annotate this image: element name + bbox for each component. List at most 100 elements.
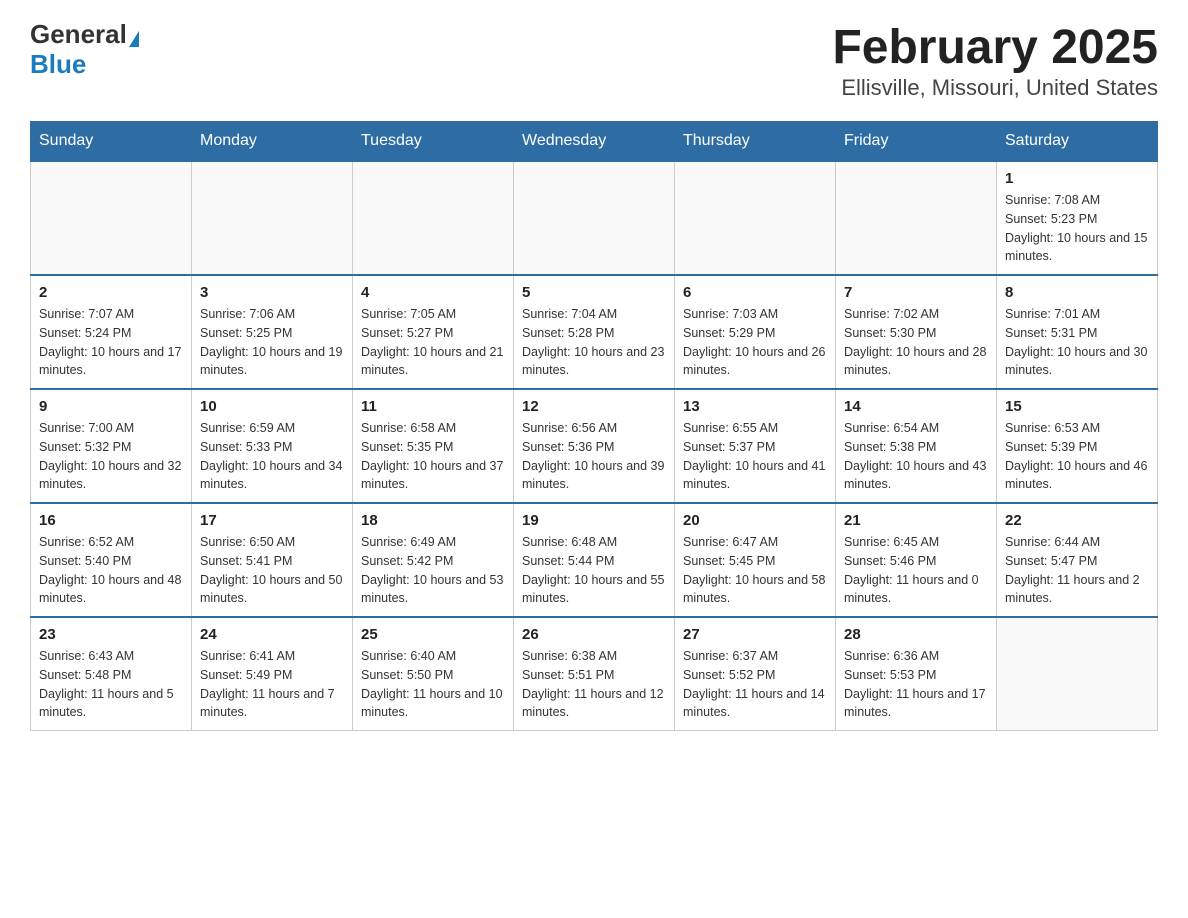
logo-triangle-icon [129, 31, 139, 47]
day-info: Sunrise: 7:06 AMSunset: 5:25 PMDaylight:… [200, 305, 344, 380]
day-info: Sunrise: 7:04 AMSunset: 5:28 PMDaylight:… [522, 305, 666, 380]
col-header-friday: Friday [836, 122, 997, 162]
day-number: 13 [683, 398, 827, 415]
day-info: Sunrise: 7:03 AMSunset: 5:29 PMDaylight:… [683, 305, 827, 380]
day-info: Sunrise: 6:50 AMSunset: 5:41 PMDaylight:… [200, 533, 344, 608]
calendar-title: February 2025 [832, 20, 1158, 75]
day-number: 9 [39, 398, 183, 415]
day-info: Sunrise: 6:37 AMSunset: 5:52 PMDaylight:… [683, 647, 827, 722]
day-info: Sunrise: 6:54 AMSunset: 5:38 PMDaylight:… [844, 419, 988, 494]
calendar-cell: 8 Sunrise: 7:01 AMSunset: 5:31 PMDaylight… [997, 275, 1158, 389]
day-info: Sunrise: 6:59 AMSunset: 5:33 PMDaylight:… [200, 419, 344, 494]
day-number: 22 [1005, 512, 1149, 529]
logo-general-text: General [30, 19, 127, 49]
calendar-cell: 16Sunrise: 6:52 AMSunset: 5:40 PMDayligh… [31, 503, 192, 617]
calendar-cell: 13 Sunrise: 6:55 AMSunset: 5:37 PMDayligh… [675, 389, 836, 503]
day-number: 4 [361, 284, 505, 301]
day-info: Sunrise: 7:07 AMSunset: 5:24 PMDaylight:… [39, 305, 183, 380]
calendar-cell: 27 Sunrise: 6:37 AMSunset: 5:52 PMDayligh… [675, 617, 836, 731]
calendar-cell [836, 161, 997, 275]
calendar-cell: 20 Sunrise: 6:47 AMSunset: 5:45 PMDayligh… [675, 503, 836, 617]
day-info: Sunrise: 7:02 AMSunset: 5:30 PMDaylight:… [844, 305, 988, 380]
calendar-cell: 12 Sunrise: 6:56 AMSunset: 5:36 PMDayligh… [514, 389, 675, 503]
col-header-wednesday: Wednesday [514, 122, 675, 162]
day-number: 11 [361, 398, 505, 415]
day-info: Sunrise: 6:43 AMSunset: 5:48 PMDaylight:… [39, 647, 183, 722]
day-info: Sunrise: 6:55 AMSunset: 5:37 PMDaylight:… [683, 419, 827, 494]
calendar-cell [514, 161, 675, 275]
day-info: Sunrise: 7:05 AMSunset: 5:27 PMDaylight:… [361, 305, 505, 380]
calendar-cell: 26 Sunrise: 6:38 AMSunset: 5:51 PMDayligh… [514, 617, 675, 731]
calendar-cell: 19 Sunrise: 6:48 AMSunset: 5:44 PMDayligh… [514, 503, 675, 617]
day-info: Sunrise: 6:52 AMSunset: 5:40 PMDaylight:… [39, 533, 183, 608]
day-number: 20 [683, 512, 827, 529]
calendar-cell: 28Sunrise: 6:36 AMSunset: 5:53 PMDayligh… [836, 617, 997, 731]
title-block: February 2025 Ellisville, Missouri, Unit… [832, 20, 1158, 101]
col-header-monday: Monday [192, 122, 353, 162]
day-info: Sunrise: 6:47 AMSunset: 5:45 PMDaylight:… [683, 533, 827, 608]
calendar-cell: 10 Sunrise: 6:59 AMSunset: 5:33 PMDayligh… [192, 389, 353, 503]
calendar-cell: 7 Sunrise: 7:02 AMSunset: 5:30 PMDaylight… [836, 275, 997, 389]
logo-blue-text: Blue [30, 49, 86, 79]
day-info: Sunrise: 6:44 AMSunset: 5:47 PMDaylight:… [1005, 533, 1149, 608]
col-header-tuesday: Tuesday [353, 122, 514, 162]
week-row-1: 1 Sunrise: 7:08 AMSunset: 5:23 PMDaylight… [31, 161, 1158, 275]
col-header-thursday: Thursday [675, 122, 836, 162]
day-number: 25 [361, 626, 505, 643]
calendar-cell: 2 Sunrise: 7:07 AMSunset: 5:24 PMDaylight… [31, 275, 192, 389]
day-number: 5 [522, 284, 666, 301]
day-info: Sunrise: 6:38 AMSunset: 5:51 PMDaylight:… [522, 647, 666, 722]
day-number: 18 [361, 512, 505, 529]
week-row-4: 16Sunrise: 6:52 AMSunset: 5:40 PMDayligh… [31, 503, 1158, 617]
day-number: 27 [683, 626, 827, 643]
day-number: 7 [844, 284, 988, 301]
day-number: 17 [200, 512, 344, 529]
calendar-cell: 17 Sunrise: 6:50 AMSunset: 5:41 PMDayligh… [192, 503, 353, 617]
calendar-cell: 11Sunrise: 6:58 AMSunset: 5:35 PMDayligh… [353, 389, 514, 503]
day-number: 1 [1005, 170, 1149, 187]
calendar-cell: 4 Sunrise: 7:05 AMSunset: 5:27 PMDaylight… [353, 275, 514, 389]
calendar-cell: 5 Sunrise: 7:04 AMSunset: 5:28 PMDaylight… [514, 275, 675, 389]
day-number: 23 [39, 626, 183, 643]
week-row-5: 23 Sunrise: 6:43 AMSunset: 5:48 PMDayligh… [31, 617, 1158, 731]
day-number: 15 [1005, 398, 1149, 415]
day-number: 14 [844, 398, 988, 415]
calendar-cell [997, 617, 1158, 731]
day-info: Sunrise: 6:41 AMSunset: 5:49 PMDaylight:… [200, 647, 344, 722]
calendar-cell: 6 Sunrise: 7:03 AMSunset: 5:29 PMDaylight… [675, 275, 836, 389]
day-number: 12 [522, 398, 666, 415]
calendar-cell: 9Sunrise: 7:00 AMSunset: 5:32 PMDaylight… [31, 389, 192, 503]
day-number: 26 [522, 626, 666, 643]
calendar-cell: 25 Sunrise: 6:40 AMSunset: 5:50 PMDayligh… [353, 617, 514, 731]
day-number: 10 [200, 398, 344, 415]
day-info: Sunrise: 6:48 AMSunset: 5:44 PMDaylight:… [522, 533, 666, 608]
day-number: 6 [683, 284, 827, 301]
page-header: General Blue February 2025 Ellisville, M… [30, 20, 1158, 101]
day-number: 3 [200, 284, 344, 301]
calendar-cell [31, 161, 192, 275]
day-number: 24 [200, 626, 344, 643]
day-info: Sunrise: 6:53 AMSunset: 5:39 PMDaylight:… [1005, 419, 1149, 494]
calendar-cell: 24 Sunrise: 6:41 AMSunset: 5:49 PMDayligh… [192, 617, 353, 731]
day-number: 19 [522, 512, 666, 529]
calendar-table: SundayMondayTuesdayWednesdayThursdayFrid… [30, 121, 1158, 731]
day-number: 21 [844, 512, 988, 529]
calendar-cell [675, 161, 836, 275]
logo: General Blue [30, 20, 139, 80]
calendar-cell: 3 Sunrise: 7:06 AMSunset: 5:25 PMDaylight… [192, 275, 353, 389]
week-row-2: 2 Sunrise: 7:07 AMSunset: 5:24 PMDaylight… [31, 275, 1158, 389]
day-info: Sunrise: 7:08 AMSunset: 5:23 PMDaylight:… [1005, 191, 1149, 266]
calendar-cell: 21Sunrise: 6:45 AMSunset: 5:46 PMDayligh… [836, 503, 997, 617]
calendar-cell: 23 Sunrise: 6:43 AMSunset: 5:48 PMDayligh… [31, 617, 192, 731]
day-info: Sunrise: 7:01 AMSunset: 5:31 PMDaylight:… [1005, 305, 1149, 380]
day-number: 2 [39, 284, 183, 301]
day-info: Sunrise: 6:40 AMSunset: 5:50 PMDaylight:… [361, 647, 505, 722]
day-number: 8 [1005, 284, 1149, 301]
day-info: Sunrise: 6:56 AMSunset: 5:36 PMDaylight:… [522, 419, 666, 494]
col-header-saturday: Saturday [997, 122, 1158, 162]
calendar-cell: 22 Sunrise: 6:44 AMSunset: 5:47 PMDayligh… [997, 503, 1158, 617]
day-info: Sunrise: 6:36 AMSunset: 5:53 PMDaylight:… [844, 647, 988, 722]
calendar-cell: 18 Sunrise: 6:49 AMSunset: 5:42 PMDayligh… [353, 503, 514, 617]
calendar-cell: 1 Sunrise: 7:08 AMSunset: 5:23 PMDaylight… [997, 161, 1158, 275]
day-info: Sunrise: 6:49 AMSunset: 5:42 PMDaylight:… [361, 533, 505, 608]
